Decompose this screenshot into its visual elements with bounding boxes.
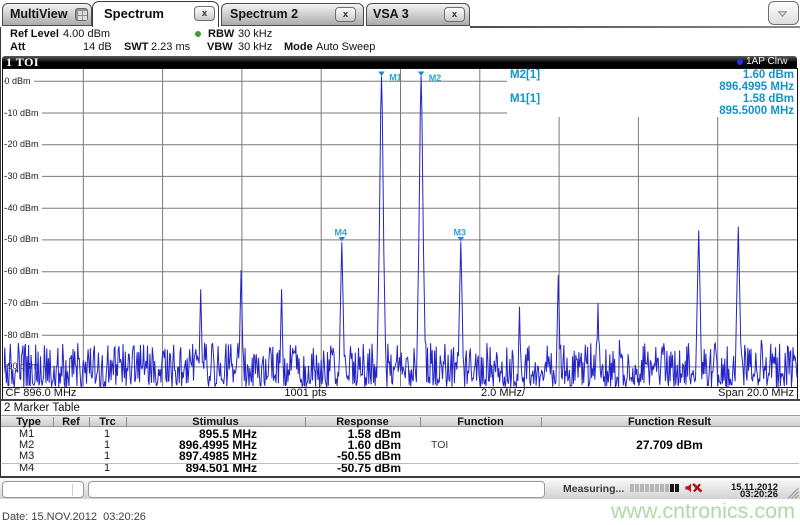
svg-text:M1: M1 bbox=[389, 73, 402, 83]
svg-text:M4: M4 bbox=[334, 227, 347, 237]
svg-text:M3: M3 bbox=[453, 227, 466, 237]
svg-text:M2: M2 bbox=[428, 73, 441, 83]
